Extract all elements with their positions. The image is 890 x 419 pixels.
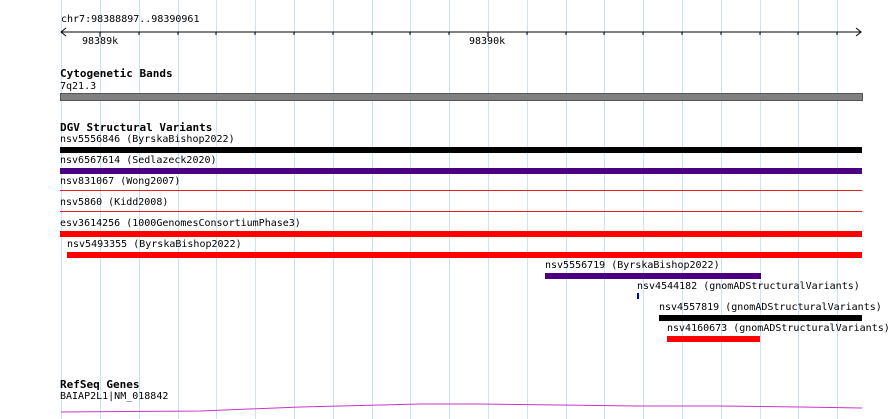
gene-coverage-line[interactable] bbox=[0, 0, 890, 419]
